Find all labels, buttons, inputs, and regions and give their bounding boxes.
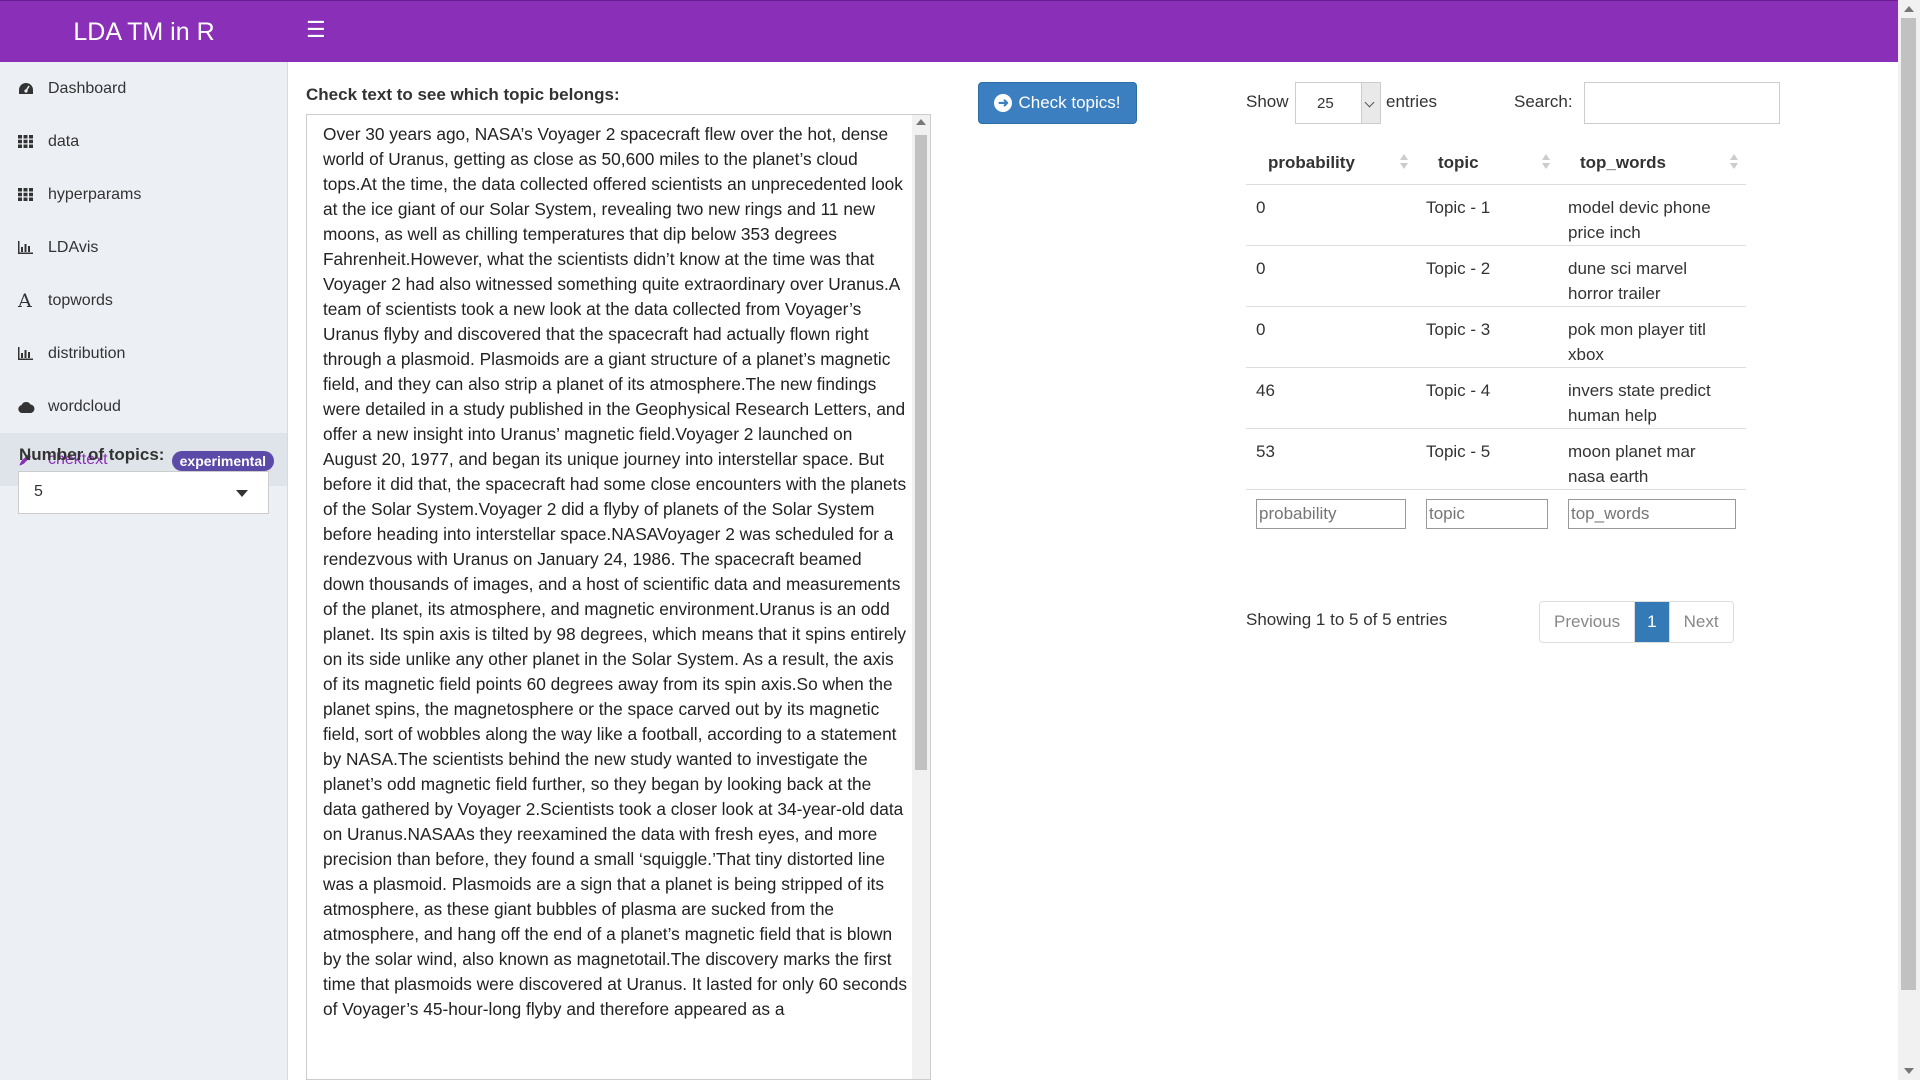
sidebar-item-label: distribution xyxy=(48,344,126,362)
cell-probability: 53 xyxy=(1246,428,1416,490)
grid-icon xyxy=(18,188,48,201)
page-scrollbar[interactable] xyxy=(1898,0,1920,1080)
dashboard-icon xyxy=(18,82,48,96)
sidebar-item-label: wordcloud xyxy=(48,397,121,415)
entries-length-select[interactable]: 25 xyxy=(1295,82,1381,124)
search-label: Search: xyxy=(1514,92,1573,111)
check-topics-button[interactable]: ➜ Check topics! xyxy=(978,82,1137,124)
sidebar-item-label: topwords xyxy=(48,291,113,309)
column-header-label: probability xyxy=(1268,153,1355,172)
filter-cell xyxy=(1558,490,1746,542)
cell-topic: Topic - 2 xyxy=(1416,245,1558,307)
cell-probability: 46 xyxy=(1246,367,1416,429)
number-of-topics-select[interactable]: 5 xyxy=(18,471,269,514)
column-header-probability[interactable]: probability xyxy=(1246,142,1416,185)
arrow-circle-right-icon: ➜ xyxy=(994,94,1013,112)
page-1-button[interactable]: 1 xyxy=(1635,602,1669,642)
sidebar-item-label: hyperparams xyxy=(48,185,142,203)
cloud-icon xyxy=(18,401,48,413)
font-icon: A xyxy=(18,289,32,312)
check-topics-label: Check topics! xyxy=(1018,93,1121,112)
table-row: 0 Topic - 2 dune sci marvel horror trail… xyxy=(1246,245,1746,307)
table-row: 53 Topic - 5 moon planet mar nasa earth xyxy=(1246,428,1746,490)
sidebar-item-distribution[interactable]: distribution xyxy=(0,327,287,380)
cell-top-words: moon planet mar nasa earth xyxy=(1558,428,1746,490)
cell-top-words: pok mon player titl xbox xyxy=(1558,306,1746,368)
hamburger-menu-icon[interactable]: ☰ xyxy=(306,19,326,41)
number-of-topics-value: 5 xyxy=(34,483,43,500)
sort-icon xyxy=(1400,154,1408,170)
sidebar-item-ldavis[interactable]: LDAvis xyxy=(0,221,287,274)
sort-icon xyxy=(1730,154,1738,170)
sidebar-item-hyperparams[interactable]: hyperparams xyxy=(0,168,287,221)
text-input-content: Over 30 years ago, NASA’s Voyager 2 spac… xyxy=(323,124,908,1019)
table-row: 0 Topic - 1 model devic phone price inch xyxy=(1246,184,1746,246)
filter-cell xyxy=(1246,490,1416,542)
previous-page-button[interactable]: Previous xyxy=(1540,602,1636,642)
sidebar-item-dashboard[interactable]: Dashboard xyxy=(0,62,287,115)
number-of-topics-label: Number of topics: xyxy=(19,445,165,464)
check-text-label: Check text to see which topic belongs: xyxy=(306,85,620,104)
cell-topic: Topic - 1 xyxy=(1416,184,1558,246)
table-header-row: probability topic top_words xyxy=(1246,142,1746,185)
entries-label: entries xyxy=(1386,92,1438,111)
show-label: Show xyxy=(1246,92,1289,111)
cell-topic: Topic - 5 xyxy=(1416,428,1558,490)
table-row: 0 Topic - 3 pok mon player titl xbox xyxy=(1246,306,1746,368)
text-input-area[interactable]: Over 30 years ago, NASA’s Voyager 2 spac… xyxy=(306,114,931,1080)
cell-probability: 0 xyxy=(1246,306,1416,368)
sidebar-item-topwords[interactable]: A topwords xyxy=(0,274,287,327)
column-header-top-words[interactable]: top_words xyxy=(1558,142,1746,185)
sidebar-item-label: data xyxy=(48,132,80,150)
scroll-up-icon[interactable] xyxy=(916,119,926,125)
sort-icon xyxy=(1542,154,1550,170)
scroll-down-icon[interactable] xyxy=(1904,1068,1914,1074)
chevron-down-icon xyxy=(1361,83,1380,123)
cell-probability: 0 xyxy=(1246,245,1416,307)
chevron-down-icon xyxy=(236,490,248,497)
textarea-scrollbar[interactable] xyxy=(912,115,930,1079)
cell-top-words: model devic phone price inch xyxy=(1558,184,1746,246)
entries-length-value: 25 xyxy=(1317,95,1334,112)
sidebar-item-label: LDAvis xyxy=(48,238,99,256)
filter-row xyxy=(1246,490,1746,542)
filter-cell xyxy=(1416,490,1558,542)
app-title: LDA TM in R xyxy=(73,17,215,46)
scroll-up-icon[interactable] xyxy=(1904,6,1914,12)
filter-probability-input[interactable] xyxy=(1256,499,1406,529)
bar-chart-icon xyxy=(18,241,48,254)
next-page-button[interactable]: Next xyxy=(1668,602,1733,642)
search-input[interactable] xyxy=(1584,82,1780,124)
column-header-label: topic xyxy=(1438,153,1479,172)
table-row: 46 Topic - 4 invers state predict human … xyxy=(1246,367,1746,429)
grid-icon xyxy=(18,135,48,148)
cell-top-words: dune sci marvel horror trailer xyxy=(1558,245,1746,307)
filter-topic-input[interactable] xyxy=(1426,499,1548,529)
filter-top-words-input[interactable] xyxy=(1568,499,1736,529)
cell-probability: 0 xyxy=(1246,184,1416,246)
header-bar: LDA TM in R ☰ xyxy=(0,0,1898,62)
experimental-badge: experimental xyxy=(171,451,274,471)
page-scrollbar-thumb[interactable] xyxy=(1901,18,1916,990)
cell-topic: Topic - 4 xyxy=(1416,367,1558,429)
sidebar: Dashboard data hyperparams LDAvis A topw… xyxy=(0,62,288,1080)
scrollbar-thumb[interactable] xyxy=(915,135,927,770)
sidebar-item-label: Dashboard xyxy=(48,79,127,97)
sidebar-item-wordcloud[interactable]: wordcloud xyxy=(0,380,287,433)
table-info: Showing 1 to 5 of 5 entries xyxy=(1246,610,1448,629)
pagination: Previous 1 Next xyxy=(1539,601,1734,643)
cell-top-words: invers state predict human help xyxy=(1558,367,1746,429)
topics-table: probability topic top_words 0 Topic - 1 … xyxy=(1246,142,1746,542)
column-header-label: top_words xyxy=(1580,153,1666,172)
cell-topic: Topic - 3 xyxy=(1416,306,1558,368)
sidebar-item-data[interactable]: data xyxy=(0,115,287,168)
bar-chart-icon xyxy=(18,347,48,360)
column-header-topic[interactable]: topic xyxy=(1416,142,1558,185)
